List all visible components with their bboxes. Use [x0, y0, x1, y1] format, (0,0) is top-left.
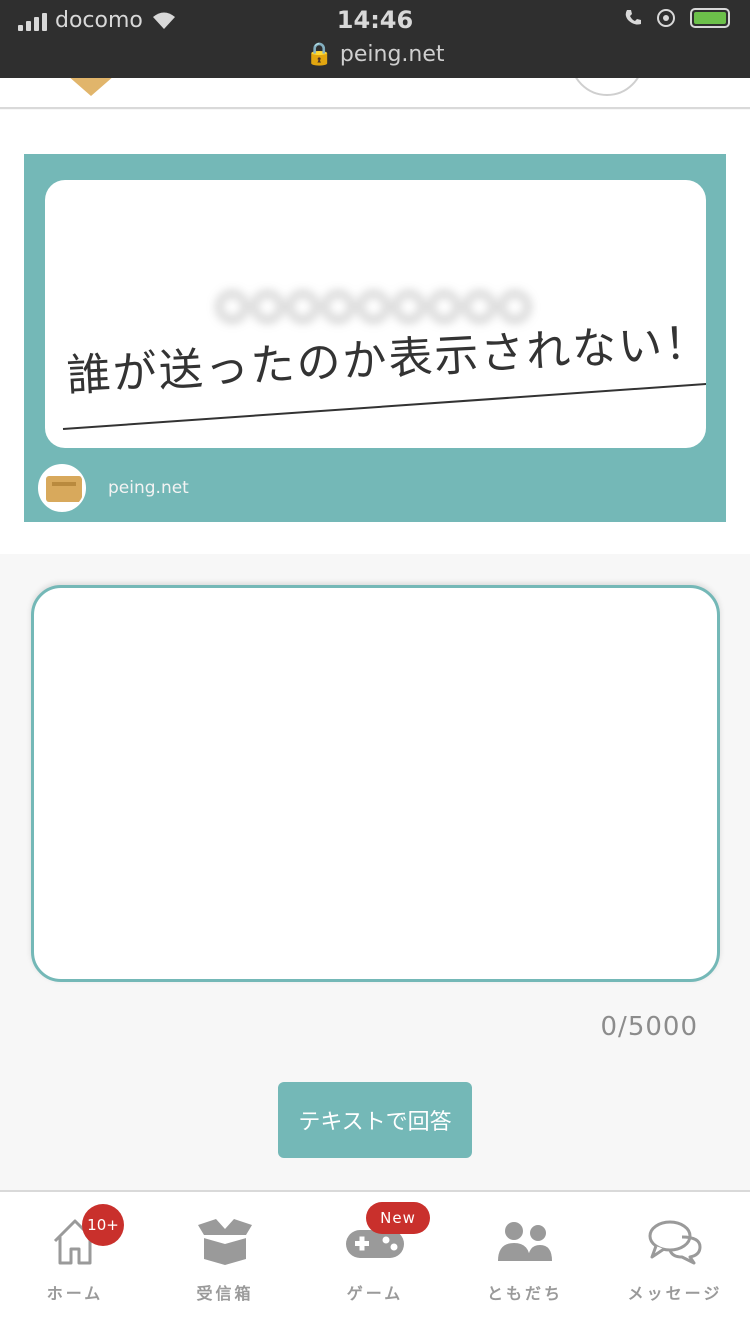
app-header	[0, 78, 750, 109]
character-counter: 0/5000	[600, 1012, 698, 1042]
tab-label: メッセージ	[627, 1284, 723, 1303]
game-new-badge: New	[366, 1202, 430, 1234]
user-avatar[interactable]	[570, 78, 644, 96]
card-domain: peing.net	[108, 478, 189, 498]
url-text: peing.net	[339, 42, 445, 67]
status-icons	[624, 8, 730, 28]
home-notification-badge: 10+	[82, 1204, 124, 1246]
tab-messages[interactable]: メッセージ	[600, 1192, 750, 1334]
page: docomo 14:46 🔒 peing.net ◯◯◯◯◯◯◯◯◯ 誰が送った…	[0, 0, 750, 1334]
battery-icon	[690, 8, 730, 28]
address-bar[interactable]: 🔒 peing.net	[0, 42, 750, 67]
tab-home[interactable]: 10+ ホーム	[0, 1192, 150, 1334]
peing-logo-icon[interactable]	[52, 78, 130, 96]
tab-label: 受信箱	[196, 1284, 254, 1303]
text-answer-button[interactable]: テキストで回答	[278, 1082, 472, 1158]
question-section: ◯◯◯◯◯◯◯◯◯ 誰が送ったのか表示されない！ peing.net	[0, 110, 750, 554]
lock-icon: 🔒	[305, 42, 333, 67]
bottom-tab-bar: 10+ ホーム 受信箱 New ゲーム ともだち メッセージ	[0, 1190, 750, 1334]
home-icon	[0, 1214, 150, 1270]
chat-bubbles-icon	[600, 1214, 750, 1270]
tab-inbox[interactable]: 受信箱	[150, 1192, 300, 1334]
card-box-avatar-icon	[38, 464, 86, 512]
phone-icon	[625, 10, 641, 25]
tab-label: ともだち	[486, 1284, 563, 1303]
tab-friends[interactable]: ともだち	[450, 1192, 600, 1334]
tab-label: ゲーム	[346, 1284, 404, 1303]
tab-game[interactable]: New ゲーム	[300, 1192, 450, 1334]
location-icon	[657, 9, 675, 27]
friends-icon	[450, 1214, 600, 1270]
status-bar: docomo 14:46 🔒 peing.net	[0, 0, 750, 78]
answer-input[interactable]	[31, 585, 720, 982]
question-card: ◯◯◯◯◯◯◯◯◯ 誰が送ったのか表示されない！ peing.net	[24, 154, 726, 522]
inbox-box-icon	[150, 1214, 300, 1270]
tab-label: ホーム	[46, 1284, 104, 1303]
question-card-body: ◯◯◯◯◯◯◯◯◯ 誰が送ったのか表示されない！	[45, 180, 706, 448]
